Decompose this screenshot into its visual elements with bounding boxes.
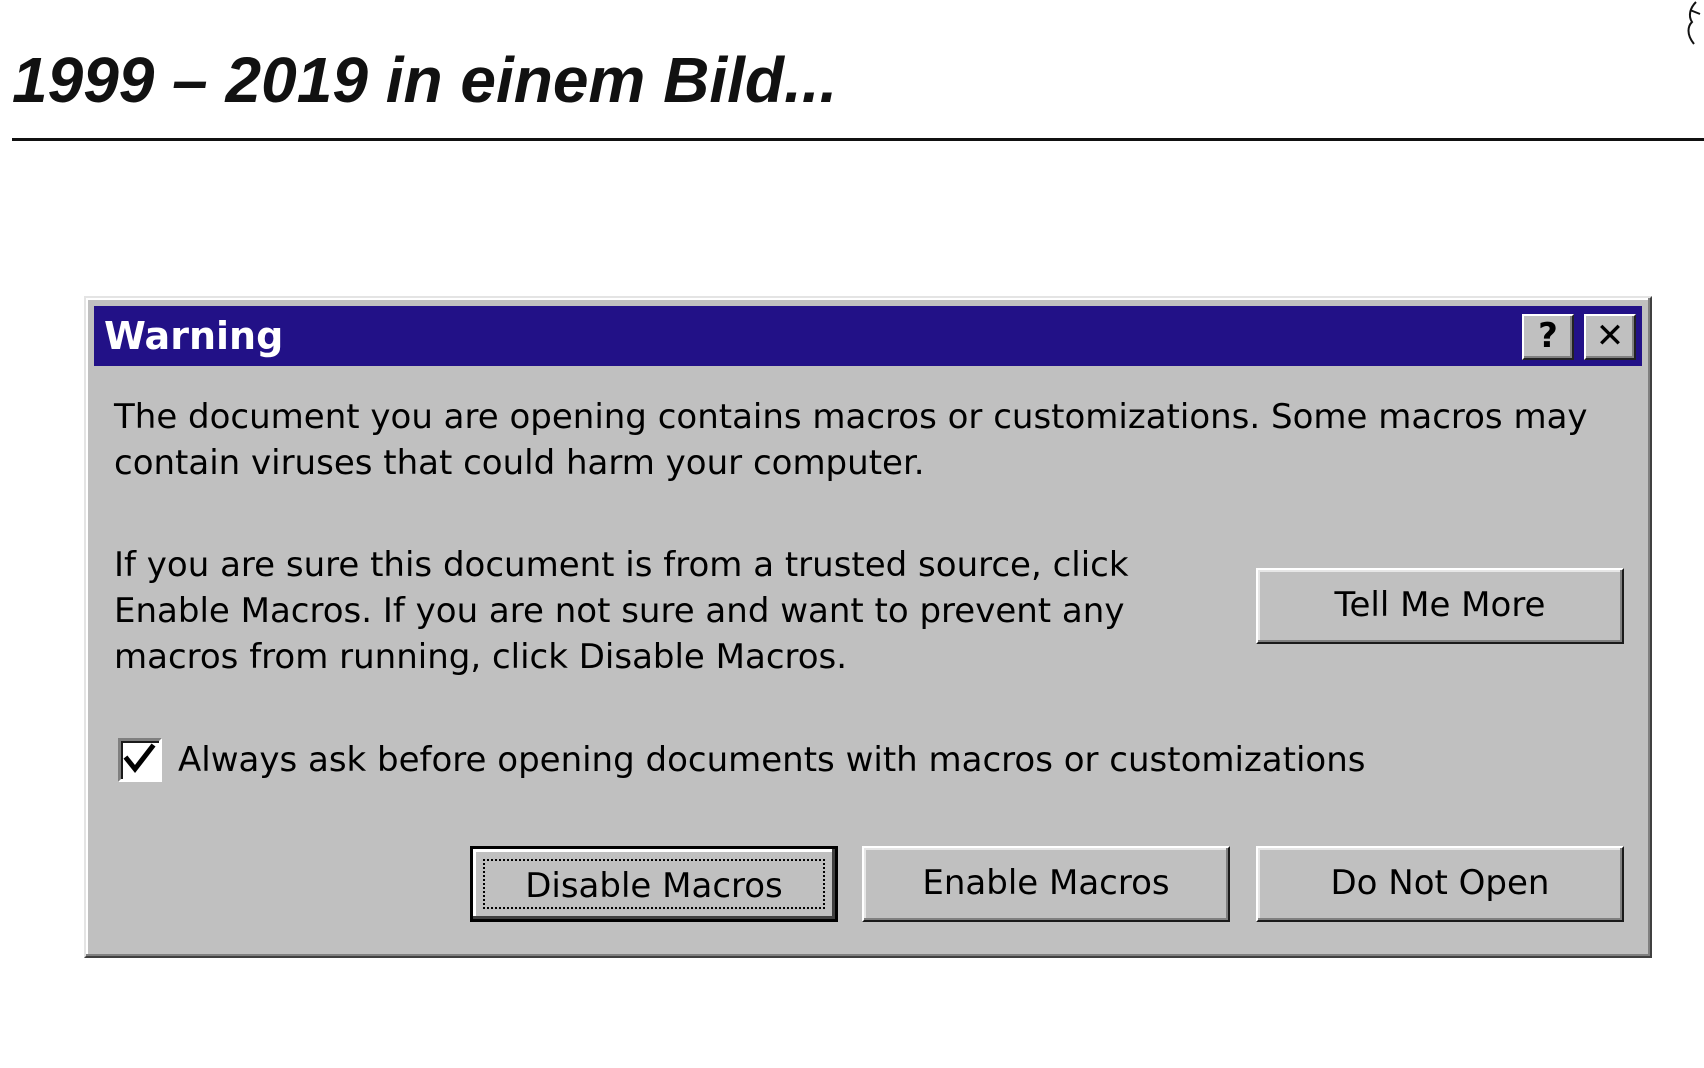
instruction-message: If you are sure this document is from a … [114, 545, 1129, 677]
help-button[interactable]: ? [1522, 314, 1574, 360]
warning-message: The document you are opening contains ma… [114, 397, 1588, 483]
always-ask-label: Always ask before opening documents with… [178, 740, 1366, 780]
help-icon: ? [1538, 316, 1558, 356]
slide-title: 1999 – 2019 in einem Bild... [12, 44, 838, 116]
close-icon: ✕ [1595, 316, 1625, 356]
close-button[interactable]: ✕ [1584, 314, 1636, 360]
checkmark-icon [123, 743, 156, 774]
dialog-title: Warning [104, 314, 284, 358]
always-ask-option[interactable]: Always ask before opening documents with… [114, 734, 1414, 786]
title-divider [12, 138, 1704, 141]
warning-dialog: Warning ? ✕ The document you are opening… [84, 296, 1652, 958]
corner-logo-fragment [1687, 1, 1701, 45]
always-ask-checkbox[interactable] [118, 738, 162, 782]
disable-macros-button[interactable]: Disable Macros [470, 846, 838, 922]
do-not-open-button[interactable]: Do Not Open [1256, 846, 1624, 922]
focus-indicator: Disable Macros [483, 859, 825, 909]
enable-macros-button[interactable]: Enable Macros [862, 846, 1230, 922]
dialog-titlebar[interactable]: Warning ? ✕ [94, 306, 1642, 366]
tell-me-more-button[interactable]: Tell Me More [1256, 568, 1624, 644]
